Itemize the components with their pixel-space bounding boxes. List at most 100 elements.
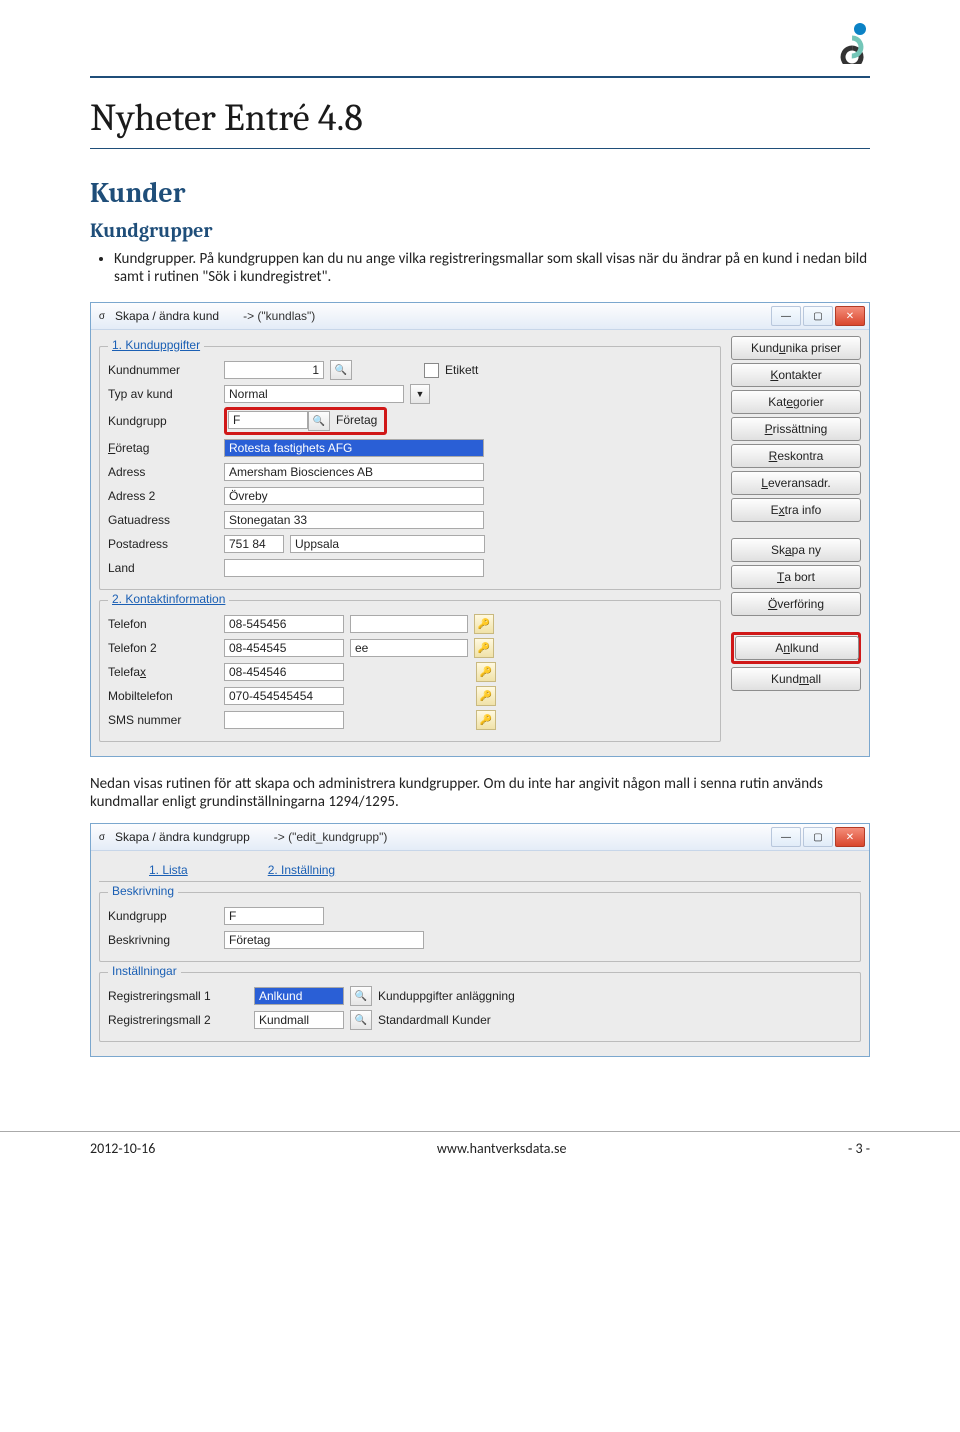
- window-title-suffix: -> ("kundlas"): [243, 309, 315, 323]
- ta-bort-button[interactable]: Ta bort: [731, 565, 861, 589]
- close-button[interactable]: ✕: [835, 306, 865, 326]
- typ-av-kund-field[interactable]: Normal: [224, 385, 404, 403]
- page-title: Nyheter Entré 4.8: [90, 96, 870, 140]
- label-kundgrupp: Kundgrupp: [108, 909, 218, 923]
- footer-page-number: - 3 -: [848, 1140, 870, 1157]
- logo: [834, 22, 870, 68]
- tab-bar: 1. Lista 2. Inställning: [99, 857, 861, 882]
- group-title: Inställningar: [108, 964, 181, 978]
- group-title: 1. Kunduppgifter: [108, 338, 204, 352]
- leveransadr-button[interactable]: Leveransadr.: [731, 471, 861, 495]
- lookup-icon[interactable]: 🔍: [350, 1010, 372, 1030]
- key-icon[interactable]: 🔑: [476, 686, 496, 706]
- chevron-down-icon[interactable]: ▼: [410, 384, 430, 404]
- group-beskrivning: Beskrivning Kundgrupp F Beskrivning Före…: [99, 892, 861, 962]
- lookup-icon[interactable]: 🔍: [330, 360, 352, 380]
- telefon-field[interactable]: 08-545456: [224, 615, 344, 633]
- group-installningar: Inställningar Registreringsmall 1 Anlkun…: [99, 972, 861, 1042]
- label-gatuadress: Gatuadress: [108, 513, 218, 527]
- postort-field[interactable]: Uppsala: [290, 535, 485, 553]
- kundunika-priser-button[interactable]: Kundunika priser: [731, 336, 861, 360]
- label-mobil: Mobiltelefon: [108, 689, 218, 703]
- lookup-icon[interactable]: 🔍: [350, 986, 372, 1006]
- key-icon[interactable]: 🔑: [476, 662, 496, 682]
- maximize-button[interactable]: ▢: [803, 306, 833, 326]
- maximize-button[interactable]: ▢: [803, 827, 833, 847]
- window-title-suffix: -> ("edit_kundgrupp"): [274, 830, 388, 844]
- label-typ-av-kund: Typ av kund: [108, 387, 218, 401]
- label-kundgrupp: Kundgrupp: [108, 414, 218, 428]
- label-regmall-2: Registreringsmall 2: [108, 1013, 248, 1027]
- telefon2-field[interactable]: 08-454545: [224, 639, 344, 657]
- beskrivning-field[interactable]: Företag: [224, 931, 424, 949]
- regmall2-field[interactable]: Kundmall: [254, 1011, 344, 1029]
- label-telefon2: Telefon 2: [108, 641, 218, 655]
- kundmall-button[interactable]: Kundmall: [731, 667, 861, 691]
- body-paragraph: Nedan visas rutinen för att skapa och ad…: [90, 775, 870, 811]
- group-kontaktinformation: 2. Kontaktinformation Telefon 08-545456 …: [99, 600, 721, 742]
- anlkund-button[interactable]: Anlkund: [735, 636, 859, 660]
- regmall1-field[interactable]: Anlkund: [254, 987, 344, 1005]
- telefon-ext-field[interactable]: [350, 615, 468, 633]
- skapa-ny-button[interactable]: Skapa ny: [731, 538, 861, 562]
- sms-field[interactable]: [224, 711, 344, 729]
- close-button[interactable]: ✕: [835, 827, 865, 847]
- window-skapa-andra-kundgrupp: σ Skapa / ändra kundgrupp -> ("edit_kund…: [90, 823, 870, 1057]
- etikett-checkbox[interactable]: [424, 363, 439, 378]
- group-title: Beskrivning: [108, 884, 178, 898]
- highlight-box: Anlkund: [731, 632, 861, 664]
- section-heading: Kunder: [90, 177, 870, 209]
- window-title: Skapa / ändra kund: [115, 309, 219, 323]
- subsection-heading: Kundgrupper: [90, 219, 870, 242]
- foretag-field[interactable]: Rotesta fastighets AFG: [224, 439, 484, 457]
- adress2-field[interactable]: Övreby: [224, 487, 484, 505]
- footer-date: 2012-10-16: [90, 1140, 155, 1157]
- app-icon: σ: [95, 830, 109, 844]
- label-sms: SMS nummer: [108, 713, 218, 727]
- window-title: Skapa / ändra kundgrupp: [115, 830, 250, 844]
- minimize-button[interactable]: —: [771, 306, 801, 326]
- kategorier-button[interactable]: Kategorier: [731, 390, 861, 414]
- label-foretag: Företag: [108, 441, 218, 455]
- group-kunduppgifter: 1. Kunduppgifter Kundnummer 1 🔍 Etikett …: [99, 346, 721, 590]
- kundgrupp-name: Företag: [330, 411, 383, 431]
- window-skapa-andra-kund: σ Skapa / ändra kund -> ("kundlas") — ▢ …: [90, 302, 870, 757]
- telefon2-ext-field[interactable]: ee: [350, 639, 468, 657]
- kontakter-button[interactable]: Kontakter: [731, 363, 861, 387]
- telefax-field[interactable]: 08-454546: [224, 663, 344, 681]
- minimize-button[interactable]: —: [771, 827, 801, 847]
- label-adress: Adress: [108, 465, 218, 479]
- tab-lista[interactable]: 1. Lista: [139, 861, 198, 879]
- kundnummer-field[interactable]: 1: [224, 361, 324, 379]
- label-regmall-1: Registreringsmall 1: [108, 989, 248, 1003]
- key-icon[interactable]: 🔑: [474, 614, 494, 634]
- adress-field[interactable]: Amersham Biosciences AB: [224, 463, 484, 481]
- label-land: Land: [108, 561, 218, 575]
- postnr-field[interactable]: 751 84: [224, 535, 284, 553]
- kundgrupp-field[interactable]: F: [224, 907, 324, 925]
- key-icon[interactable]: 🔑: [474, 638, 494, 658]
- key-icon[interactable]: 🔑: [476, 710, 496, 730]
- mobil-field[interactable]: 070-454545454: [224, 687, 344, 705]
- highlight-box: F 🔍 Företag: [224, 407, 387, 435]
- extra-info-button[interactable]: Extra info: [731, 498, 861, 522]
- label-etikett: Etikett: [445, 363, 478, 377]
- label-adress2: Adress 2: [108, 489, 218, 503]
- kundgrupp-code-field[interactable]: F: [228, 411, 308, 429]
- page-footer: 2012-10-16 www.hantverksdata.se - 3 -: [0, 1131, 960, 1171]
- overforing-button[interactable]: Överföring: [731, 592, 861, 616]
- lookup-icon[interactable]: 🔍: [308, 411, 330, 431]
- footer-url: www.hantverksdata.se: [437, 1140, 567, 1157]
- label-telefon: Telefon: [108, 617, 218, 631]
- header-rule: [90, 76, 870, 78]
- reskontra-button[interactable]: Reskontra: [731, 444, 861, 468]
- regmall1-desc: Kunduppgifter anläggning: [378, 989, 515, 1003]
- land-field[interactable]: [224, 559, 484, 577]
- prissattning-button[interactable]: Prissättning: [731, 417, 861, 441]
- gatuadress-field[interactable]: Stonegatan 33: [224, 511, 484, 529]
- side-button-column: Kundunika priser Kontakter Kategorier Pr…: [731, 336, 861, 691]
- tab-installning[interactable]: 2. Inställning: [258, 861, 345, 879]
- label-telefax: Telefax: [108, 665, 218, 679]
- label-kundnummer: Kundnummer: [108, 363, 218, 377]
- bullet-item: Kundgrupper. På kundgruppen kan du nu an…: [114, 250, 870, 286]
